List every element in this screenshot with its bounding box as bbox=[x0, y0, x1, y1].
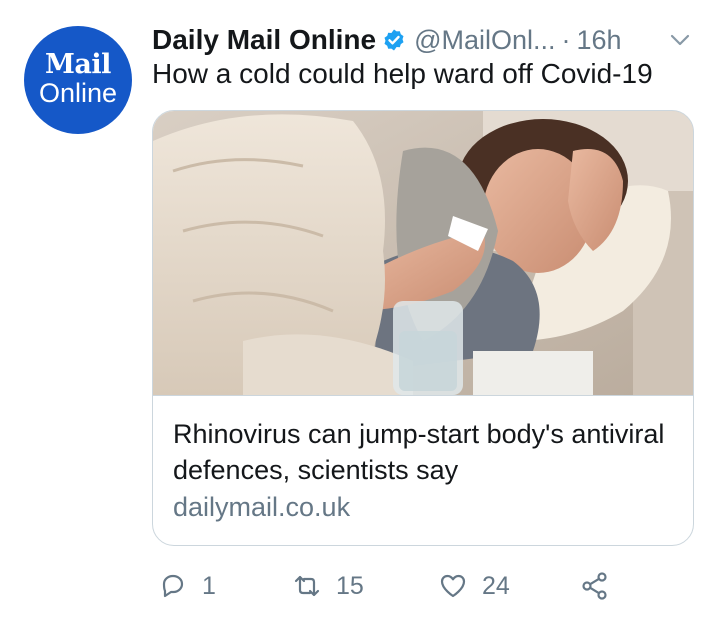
avatar[interactable]: Mail Online bbox=[24, 26, 132, 134]
reply-count: 1 bbox=[202, 571, 216, 600]
header-separator: · bbox=[561, 24, 571, 55]
card-title[interactable]: Rhinovirus can jump-start body's antivir… bbox=[173, 416, 673, 488]
card-domain[interactable]: dailymail.co.uk bbox=[173, 492, 350, 523]
avatar-logo-mail: Mail bbox=[45, 49, 111, 80]
retweet-icon bbox=[294, 575, 320, 597]
retweet-button[interactable]: 15 bbox=[292, 566, 364, 606]
tweet[interactable]: Mail Online Daily Mail Online @MailOnl..… bbox=[0, 0, 720, 628]
reply-icon bbox=[162, 574, 184, 598]
share-icon bbox=[582, 572, 607, 600]
card-image[interactable] bbox=[153, 111, 694, 395]
like-button[interactable]: 24 bbox=[438, 566, 510, 606]
chevron-down-icon[interactable] bbox=[666, 26, 694, 54]
verified-badge-icon bbox=[384, 29, 404, 51]
share-button[interactable] bbox=[580, 566, 610, 606]
link-card[interactable]: Rhinovirus can jump-start body's antivir… bbox=[152, 110, 694, 546]
author-name[interactable]: Daily Mail Online bbox=[152, 24, 376, 56]
tweet-timestamp[interactable]: 16h bbox=[577, 25, 622, 56]
like-count: 24 bbox=[482, 571, 510, 600]
avatar-logo-online: Online bbox=[38, 78, 118, 108]
tweet-header: Daily Mail Online @MailOnl... · 16h bbox=[152, 22, 696, 58]
tweet-text: How a cold could help ward off Covid-19 bbox=[152, 58, 653, 89]
retweet-count: 15 bbox=[336, 571, 364, 600]
tweet-actions: 1 15 24 bbox=[152, 566, 712, 606]
reply-button[interactable]: 1 bbox=[158, 566, 216, 606]
card-body[interactable]: Rhinovirus can jump-start body's antivir… bbox=[153, 395, 693, 545]
heart-icon bbox=[440, 574, 466, 598]
author-handle[interactable]: @MailOnl... bbox=[414, 25, 555, 56]
